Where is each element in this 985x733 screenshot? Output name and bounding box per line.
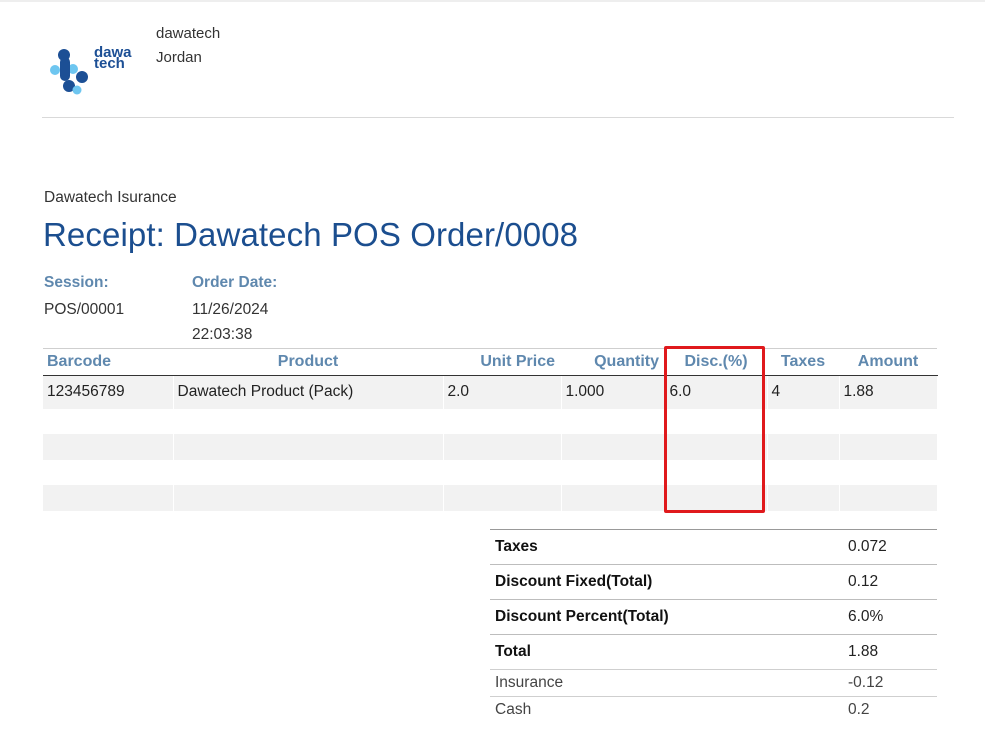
- totals-row-total: Total 1.88: [490, 634, 937, 670]
- order-date-value: 11/26/2024: [192, 301, 269, 318]
- logo-text-bottom: tech: [94, 55, 125, 72]
- company-name: dawatech: [156, 25, 221, 42]
- payment-value: -0.12: [843, 669, 937, 697]
- cell-discount: 6.0: [665, 375, 768, 409]
- empty-row: [43, 485, 938, 511]
- totals-label: Taxes: [490, 529, 843, 565]
- totals-row-taxes: Taxes 0.072: [490, 529, 937, 565]
- col-header-amount: Amount: [839, 348, 937, 376]
- cell-unit-price: 2.0: [443, 375, 562, 409]
- col-header-product: Product: [173, 348, 443, 376]
- totals-value: 6.0%: [843, 599, 937, 635]
- totals-row-discount-percent: Discount Percent(Total) 6.0%: [490, 599, 937, 635]
- header-divider: [42, 117, 954, 118]
- totals-label: Discount Fixed(Total): [490, 564, 843, 600]
- empty-row: [43, 459, 938, 485]
- order-date-label: Order Date:: [192, 274, 278, 291]
- table-row: 123456789 Dawatech Product (Pack) 2.0 1.…: [43, 375, 938, 409]
- col-header-unit-price: Unit Price: [443, 348, 561, 376]
- session-label: Session:: [44, 274, 109, 291]
- document-subtitle: Dawatech Isurance: [44, 189, 177, 206]
- col-header-quantity: Quantity: [561, 348, 665, 376]
- order-lines-table: Barcode Product Unit Price Quantity Disc…: [43, 348, 938, 511]
- totals-value: 0.12: [843, 564, 937, 600]
- top-edge: [0, 0, 985, 2]
- totals-row-discount-fixed: Discount Fixed(Total) 0.12: [490, 564, 937, 600]
- payment-row-insurance: Insurance -0.12: [490, 669, 937, 697]
- payment-label: Insurance: [490, 669, 843, 697]
- col-header-discount: Disc.(%): [665, 348, 767, 376]
- document-title: Receipt: Dawatech POS Order/0008: [43, 216, 579, 253]
- payment-label: Cash: [490, 696, 843, 724]
- totals-table: Taxes 0.072 Discount Fixed(Total) 0.12 D…: [490, 529, 937, 724]
- cell-quantity: 1.000: [561, 375, 666, 409]
- empty-row: [43, 434, 938, 460]
- empty-row: [43, 408, 938, 434]
- dawatech-logo: dawa tech: [50, 44, 132, 95]
- company-address: dawatech Jordan: [156, 22, 220, 70]
- totals-label: Discount Percent(Total): [490, 599, 843, 635]
- totals-value: 0.072: [843, 529, 937, 565]
- col-header-taxes: Taxes: [767, 348, 839, 376]
- session-value: POS/00001: [44, 301, 125, 318]
- payment-value: 0.2: [843, 696, 937, 724]
- table-header-row: Barcode Product Unit Price Quantity Disc…: [43, 348, 937, 376]
- cell-amount: 1.88: [839, 375, 938, 409]
- cell-taxes: 4: [767, 375, 840, 409]
- totals-label: Total: [490, 634, 843, 670]
- order-time-value: 22:03:38: [192, 326, 253, 343]
- payment-row-cash: Cash 0.2: [490, 696, 937, 724]
- cell-product: Dawatech Product (Pack): [173, 375, 444, 409]
- company-country: Jordan: [156, 49, 202, 66]
- cell-barcode: 123456789: [43, 375, 174, 409]
- totals-value: 1.88: [843, 634, 937, 670]
- col-header-barcode: Barcode: [43, 348, 173, 376]
